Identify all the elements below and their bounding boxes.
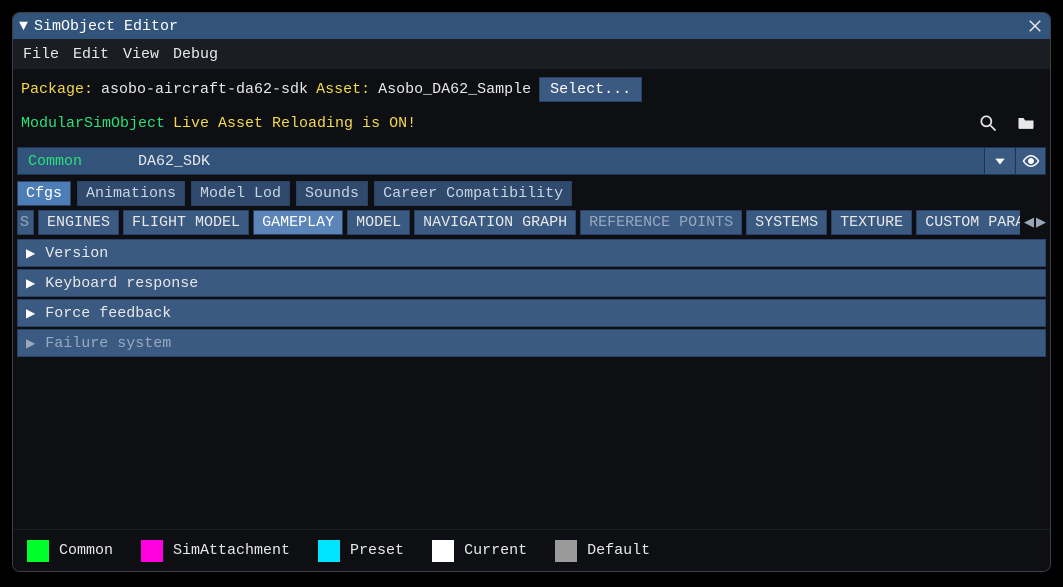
asset-value: Asobo_DA62_Sample [378,81,531,98]
section-version[interactable]: ▶ Version [17,239,1046,267]
swatch-current [432,540,454,562]
swatch-simatt [141,540,163,562]
tab-sounds[interactable]: Sounds [296,181,368,206]
reload-status: Live Asset Reloading is ON! [173,115,416,132]
editor-window: ▼ SimObject Editor File Edit View Debug … [12,12,1051,572]
preset-visibility-button[interactable] [1015,148,1045,174]
search-button[interactable] [978,113,998,133]
titlebar[interactable]: ▼ SimObject Editor [13,13,1050,39]
modular-label: ModularSimObject [21,115,165,132]
section-force-feedback[interactable]: ▶ Force feedback [17,299,1046,327]
package-value: asobo-aircraft-da62-sdk [101,81,308,98]
sub-tabstrip: SENGINESFLIGHT MODELGAMEPLAYMODELNAVIGAT… [13,208,1050,237]
main-tabstrip: CfgsAnimationsModel LodSoundsCareer Comp… [13,179,1050,208]
subtab-gameplay[interactable]: GAMEPLAY [253,210,343,235]
expand-icon: ▶ [26,276,35,291]
menu-debug[interactable]: Debug [173,46,218,63]
scroll-left-icon[interactable]: ◀ [1024,215,1034,230]
asset-label: Asset: [316,81,370,98]
expand-icon: ▶ [26,246,35,261]
tab-animations[interactable]: Animations [77,181,185,206]
legend-label: Default [587,542,650,559]
legend-common: Common [27,540,113,562]
section-label: Force feedback [45,305,171,322]
window-title: SimObject Editor [34,18,178,35]
subtab-scroll-arrows[interactable]: ◀ ▶ [1020,215,1046,230]
swatch-default [555,540,577,562]
legend-label: Current [464,542,527,559]
subtab-systems[interactable]: SYSTEMS [746,210,827,235]
search-icon [978,113,998,133]
legend-preset: Preset [318,540,404,562]
chevron-down-icon [993,154,1007,168]
tab-cfgs[interactable]: Cfgs [17,181,71,206]
close-button[interactable] [1026,17,1044,35]
subtab-flight-model[interactable]: FLIGHT MODEL [123,210,249,235]
subtab-texture[interactable]: TEXTURE [831,210,912,235]
open-folder-button[interactable] [1016,113,1036,133]
collapse-icon[interactable]: ▼ [19,18,28,35]
menu-view[interactable]: View [123,46,159,63]
menu-edit[interactable]: Edit [73,46,109,63]
expand-icon: ▶ [26,306,35,321]
preset-selector-row: Common DA62_SDK [17,147,1046,175]
subtab-reference-points[interactable]: REFERENCE POINTS [580,210,742,235]
menu-file[interactable]: File [23,46,59,63]
subtab-model[interactable]: MODEL [347,210,410,235]
legend-default: Default [555,540,650,562]
folder-icon [1016,113,1036,133]
legend-label: SimAttachment [173,542,290,559]
expand-icon: ▶ [26,336,35,351]
subtab-custom-parameters[interactable]: CUSTOM PARAMETERS [916,210,1020,235]
section-label: Failure system [45,335,171,352]
section-list: ▶ Version ▶ Keyboard response ▶ Force feedbac… [13,237,1050,529]
preset-type-label: Common [18,153,138,170]
menu-bar: File Edit View Debug [13,39,1050,69]
close-icon [1026,16,1044,36]
package-label: Package: [21,81,93,98]
subtab-engines[interactable]: ENGINES [38,210,119,235]
section-keyboard-response[interactable]: ▶ Keyboard response [17,269,1046,297]
section-label: Version [45,245,108,262]
swatch-common [27,540,49,562]
section-failure-system[interactable]: ▶ Failure system [17,329,1046,357]
section-label: Keyboard response [45,275,198,292]
legend-simatt: SimAttachment [141,540,290,562]
swatch-preset [318,540,340,562]
tab-model-lod[interactable]: Model Lod [191,181,290,206]
select-asset-button[interactable]: Select... [539,77,642,102]
tab-career-compatibility[interactable]: Career Compatibility [374,181,572,206]
legend-current: Current [432,540,527,562]
preset-name: DA62_SDK [138,153,983,170]
eye-icon [1022,152,1040,170]
legend-label: Common [59,542,113,559]
scroll-right-icon[interactable]: ▶ [1036,215,1046,230]
subtab-navigation-graph[interactable]: NAVIGATION GRAPH [414,210,576,235]
legend-label: Preset [350,542,404,559]
preset-dropdown-button[interactable] [984,148,1014,174]
legend-bar: Common SimAttachment Preset Current Default [13,529,1050,571]
subtab-overflow-left[interactable]: S [17,210,34,235]
info-strip: Package: asobo-aircraft-da62-sdk Asset: … [13,69,1050,145]
